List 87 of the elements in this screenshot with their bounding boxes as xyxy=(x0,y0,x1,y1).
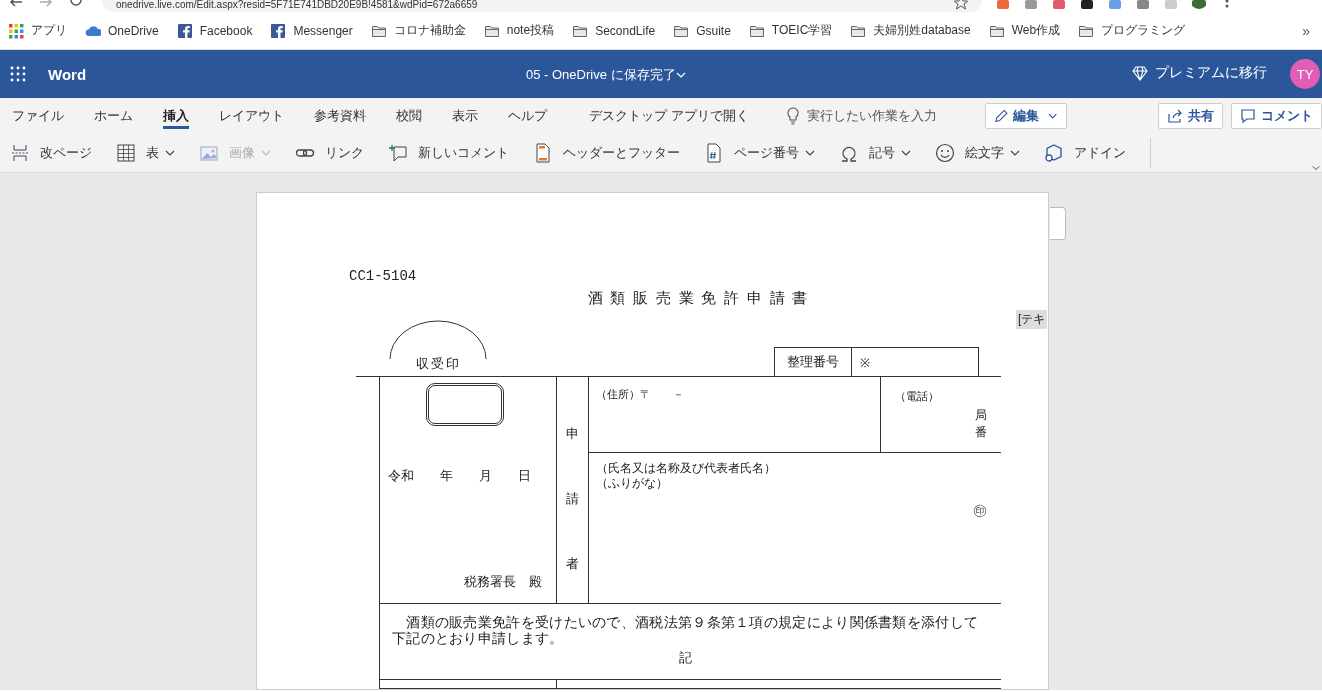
ribbon-tab[interactable]: ホーム xyxy=(94,98,133,133)
share-icon xyxy=(1167,107,1183,124)
page-break-icon xyxy=(10,142,30,163)
seal-mark: ㊞ xyxy=(973,503,987,518)
address-label: （住所）〒 － xyxy=(596,388,684,400)
chevron-down-icon xyxy=(1048,112,1058,119)
reference-label: 整理番号 xyxy=(775,348,852,376)
ribbon-command[interactable]: ページ番号 xyxy=(700,137,819,168)
bookmark-item[interactable]: 夫婦別姓database xyxy=(850,22,971,39)
ribbon-tab[interactable]: 表示 xyxy=(452,98,478,133)
ribbon-command[interactable]: 記号 xyxy=(835,137,915,168)
ribbon-tab[interactable]: 挿入 xyxy=(163,98,189,133)
facebook-icon xyxy=(270,22,287,39)
apps-grid-icon xyxy=(8,22,24,39)
hexagon-icon xyxy=(1044,142,1064,163)
chevron-down-icon xyxy=(805,149,815,156)
ribbon-tab[interactable]: 校閲 xyxy=(396,98,422,133)
bookmark-item[interactable]: SecondLife xyxy=(572,22,656,39)
date-line: 令和 年 月 日 xyxy=(388,467,532,485)
bookmark-item[interactable]: note投稿 xyxy=(483,22,555,39)
chevron-down-icon xyxy=(675,72,686,78)
profile-avatar-icon[interactable] xyxy=(1192,0,1206,10)
diamond-icon xyxy=(1132,65,1148,81)
stamp-label: 収受印 xyxy=(415,355,461,372)
ribbon-command[interactable]: 改ページ xyxy=(6,137,96,168)
premium-link[interactable]: プレミアムに移行 xyxy=(1132,64,1267,82)
bookmark-item[interactable]: アプリ xyxy=(8,22,67,39)
ribbon-command[interactable]: 新しいコメント xyxy=(384,137,513,168)
ribbon-command[interactable]: 表 xyxy=(112,137,179,168)
comment-plus-icon xyxy=(388,142,408,163)
ribbon-tab[interactable]: レイアウト xyxy=(219,98,284,133)
page-number-icon xyxy=(704,142,724,163)
text-tag: [テキ xyxy=(1016,310,1048,329)
ribbon-tab[interactable]: ヘルプ xyxy=(508,98,547,133)
ribbon-command[interactable]: アドイン xyxy=(1040,137,1130,168)
chevron-down-icon xyxy=(165,149,175,156)
ribbon-command[interactable]: ヘッダーとフッター xyxy=(529,137,684,168)
bookmark-item[interactable]: TOEIC学習 xyxy=(748,22,833,39)
applicant-label: 申 xyxy=(566,425,579,443)
bookmark-item[interactable]: コロナ補助金 xyxy=(370,22,466,39)
furigana-label: （ふりがな） xyxy=(596,476,669,491)
phone-label: （電話） xyxy=(895,389,940,404)
address-bar[interactable]: onedrive.live.com/Edit.aspx?resid=5F71E741DBD20E9B!4581&wdPid=672a6659 xyxy=(102,0,982,12)
ribbon-tab[interactable]: ファイル xyxy=(12,98,64,133)
edit-mode-button[interactable]: 編集 xyxy=(984,102,1067,129)
bookmark-item[interactable]: プログラミング xyxy=(1078,22,1186,39)
more-bookmarks-button[interactable]: » xyxy=(1302,23,1310,39)
chevron-down-icon xyxy=(1010,149,1020,156)
extension-icon[interactable] xyxy=(1080,0,1094,10)
facebook-icon xyxy=(176,22,193,39)
phone-unit: 番 xyxy=(975,424,987,441)
chevron-down-icon xyxy=(261,149,271,156)
ribbon-command[interactable]: 絵文字 xyxy=(931,137,1024,168)
form-code: CC1-5104 xyxy=(349,268,418,284)
bookmark-item[interactable]: OneDrive xyxy=(85,22,159,39)
applicant-label: 請 xyxy=(566,490,579,508)
applicant-label: 者 xyxy=(566,555,579,573)
lightbulb-icon xyxy=(786,106,799,125)
app-launcher-icon[interactable] xyxy=(10,66,26,82)
table-icon xyxy=(116,142,136,163)
phone-unit: 局 xyxy=(975,407,987,424)
chevron-down-icon xyxy=(901,149,911,156)
share-button[interactable]: 共有 xyxy=(1158,102,1223,129)
record-heading: 記 xyxy=(677,650,694,666)
document-title[interactable]: 05 - OneDrive に保存完了 xyxy=(520,65,692,85)
form-title: 酒 類 販 売 業 免 許 申 請 書 xyxy=(586,289,811,308)
document-icon xyxy=(533,142,553,163)
bookmark-item[interactable]: Messenger xyxy=(270,22,353,39)
name-label: （氏名又は名称及び代表者氏名） xyxy=(596,461,777,476)
bookmark-item[interactable]: Gsuite xyxy=(673,22,731,39)
speech-bubble-icon xyxy=(1240,107,1256,124)
star-icon[interactable] xyxy=(954,0,968,10)
smiley-icon xyxy=(935,142,955,163)
bookmark-item[interactable]: Web作成 xyxy=(988,22,1061,39)
ribbon-command[interactable]: リンク xyxy=(291,137,368,168)
search-field[interactable]: 実行したい作業を入力 xyxy=(806,108,967,123)
open-desktop-link[interactable]: デスクトップ アプリで開く xyxy=(589,106,749,125)
pencil-icon xyxy=(993,107,1009,124)
side-panel-tab[interactable] xyxy=(1050,207,1066,240)
app-name: Word xyxy=(48,65,87,83)
statement: 酒類の販売業免許を受けたいので、酒税法第９条第１項の規定により関係書類を添付して下記のとおり申請します。 xyxy=(392,615,979,647)
reference-mark: ※ xyxy=(859,355,871,372)
chevron-down-icon[interactable] xyxy=(1312,165,1320,171)
comment-button[interactable]: コメント xyxy=(1231,102,1322,129)
addressee: 税務署長 殿 xyxy=(463,573,542,591)
bookmark-item[interactable]: Facebook xyxy=(176,22,253,39)
ribbon-tab[interactable]: 参考資料 xyxy=(314,98,366,133)
